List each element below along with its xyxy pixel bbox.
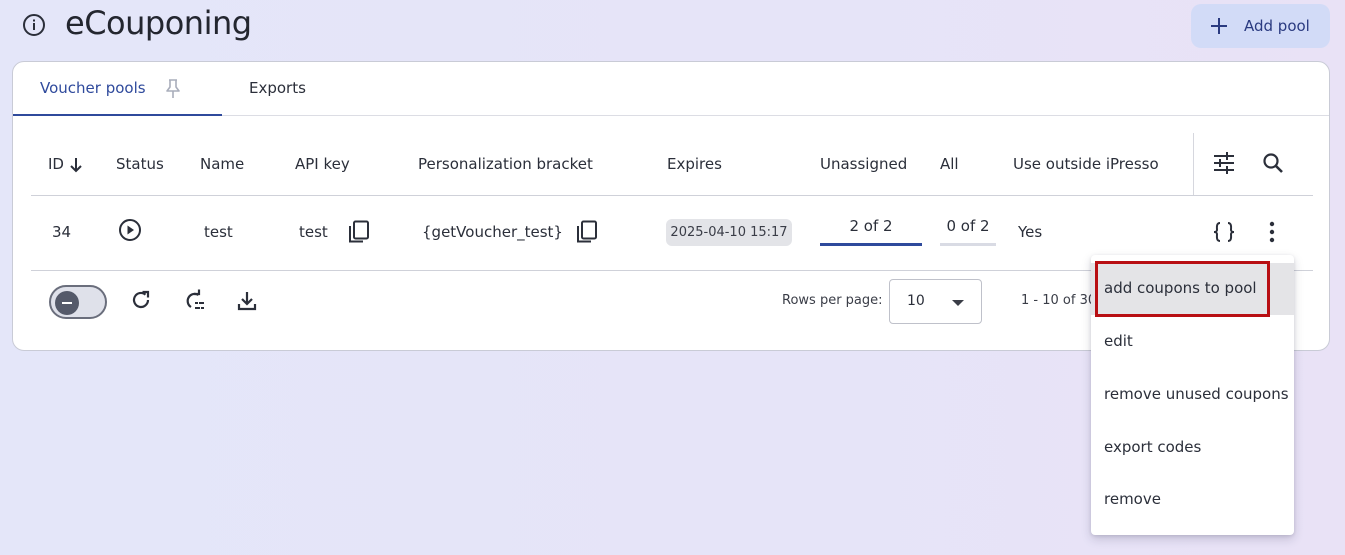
menu-item-label: export codes [1104,438,1202,456]
tab-exports[interactable]: Exports [235,62,325,116]
plus-icon [1209,16,1229,36]
expires-date-chip: 2025-04-10 15:17 [666,219,792,246]
tab-exports-label: Exports [249,79,306,97]
cell-id: 34 [52,223,72,241]
cell-name: test [204,223,233,241]
column-header-id[interactable]: ID [48,155,64,173]
tab-voucher-pools-label: Voucher pools [40,79,146,97]
cell-all: 0 of 2 [946,217,990,235]
menu-item-remove[interactable]: remove [1091,474,1294,526]
info-icon[interactable] [22,13,46,37]
more-vertical-icon[interactable] [1268,221,1276,243]
menu-item-label: add coupons to pool [1104,279,1257,297]
tab-bar: Voucher pools Exports [13,62,1329,116]
chevron-down-icon [952,300,964,306]
refresh-icon[interactable] [130,289,152,311]
copy-icon[interactable] [348,220,370,244]
search-icon[interactable] [1262,152,1284,174]
menu-item-label: remove [1104,490,1161,508]
column-header-all[interactable]: All [940,155,959,173]
download-icon[interactable] [236,290,258,312]
column-header-name[interactable]: Name [200,155,244,173]
add-pool-button[interactable]: Add pool [1191,4,1330,48]
column-header-unassigned[interactable]: Unassigned [820,155,907,173]
row-context-menu: add coupons to pool edit remove unused c… [1091,255,1294,535]
column-settings-icon[interactable] [1213,152,1235,174]
menu-item-export-codes[interactable]: export codes [1091,422,1294,474]
curly-braces-icon[interactable] [1212,221,1236,243]
add-pool-label: Add pool [1244,17,1310,35]
cell-unassigned: 2 of 2 [849,217,893,235]
cell-api-key: test [299,223,328,241]
column-header-id-label: ID [48,155,64,173]
cell-personalization-bracket: {getVoucher_test} [422,223,563,241]
column-header-api-key[interactable]: API key [295,155,350,173]
page-header: eCouponing Add pool [0,0,1345,56]
copy-icon[interactable] [576,220,598,244]
menu-item-label: remove unused coupons [1104,385,1289,403]
column-header-use-outside[interactable]: Use outside iPresso [1013,155,1159,173]
pin-icon[interactable] [163,78,183,100]
tab-voucher-pools[interactable]: Voucher pools [13,62,222,116]
all-progress-bar [940,243,996,246]
menu-item-remove-unused-coupons[interactable]: remove unused coupons [1091,369,1294,421]
menu-item-edit[interactable]: edit [1091,316,1294,368]
rows-per-page-select[interactable]: 10 [889,279,982,324]
page-title: eCouponing [65,4,252,42]
unassigned-progress-bar [820,243,922,246]
pagination-range: 1 - 10 of 30 [1021,293,1097,308]
sync-settings-icon[interactable] [182,289,206,313]
column-header-expires[interactable]: Expires [667,155,722,173]
column-header-personalization-bracket[interactable]: Personalization bracket [418,155,593,173]
menu-item-add-coupons[interactable]: add coupons to pool [1091,263,1294,315]
rows-per-page-label: Rows per page: [782,293,883,308]
cell-use-outside: Yes [1018,223,1043,241]
header-separator [31,195,1313,196]
header-divider [1193,133,1194,195]
rows-per-page-value: 10 [907,293,925,309]
menu-item-label: edit [1104,332,1133,350]
toggle-knob [55,291,79,315]
toggle-switch[interactable] [49,285,107,319]
play-circle-icon[interactable] [118,218,142,242]
column-header-status[interactable]: Status [116,155,164,173]
sort-arrow-down-icon[interactable] [69,157,83,173]
